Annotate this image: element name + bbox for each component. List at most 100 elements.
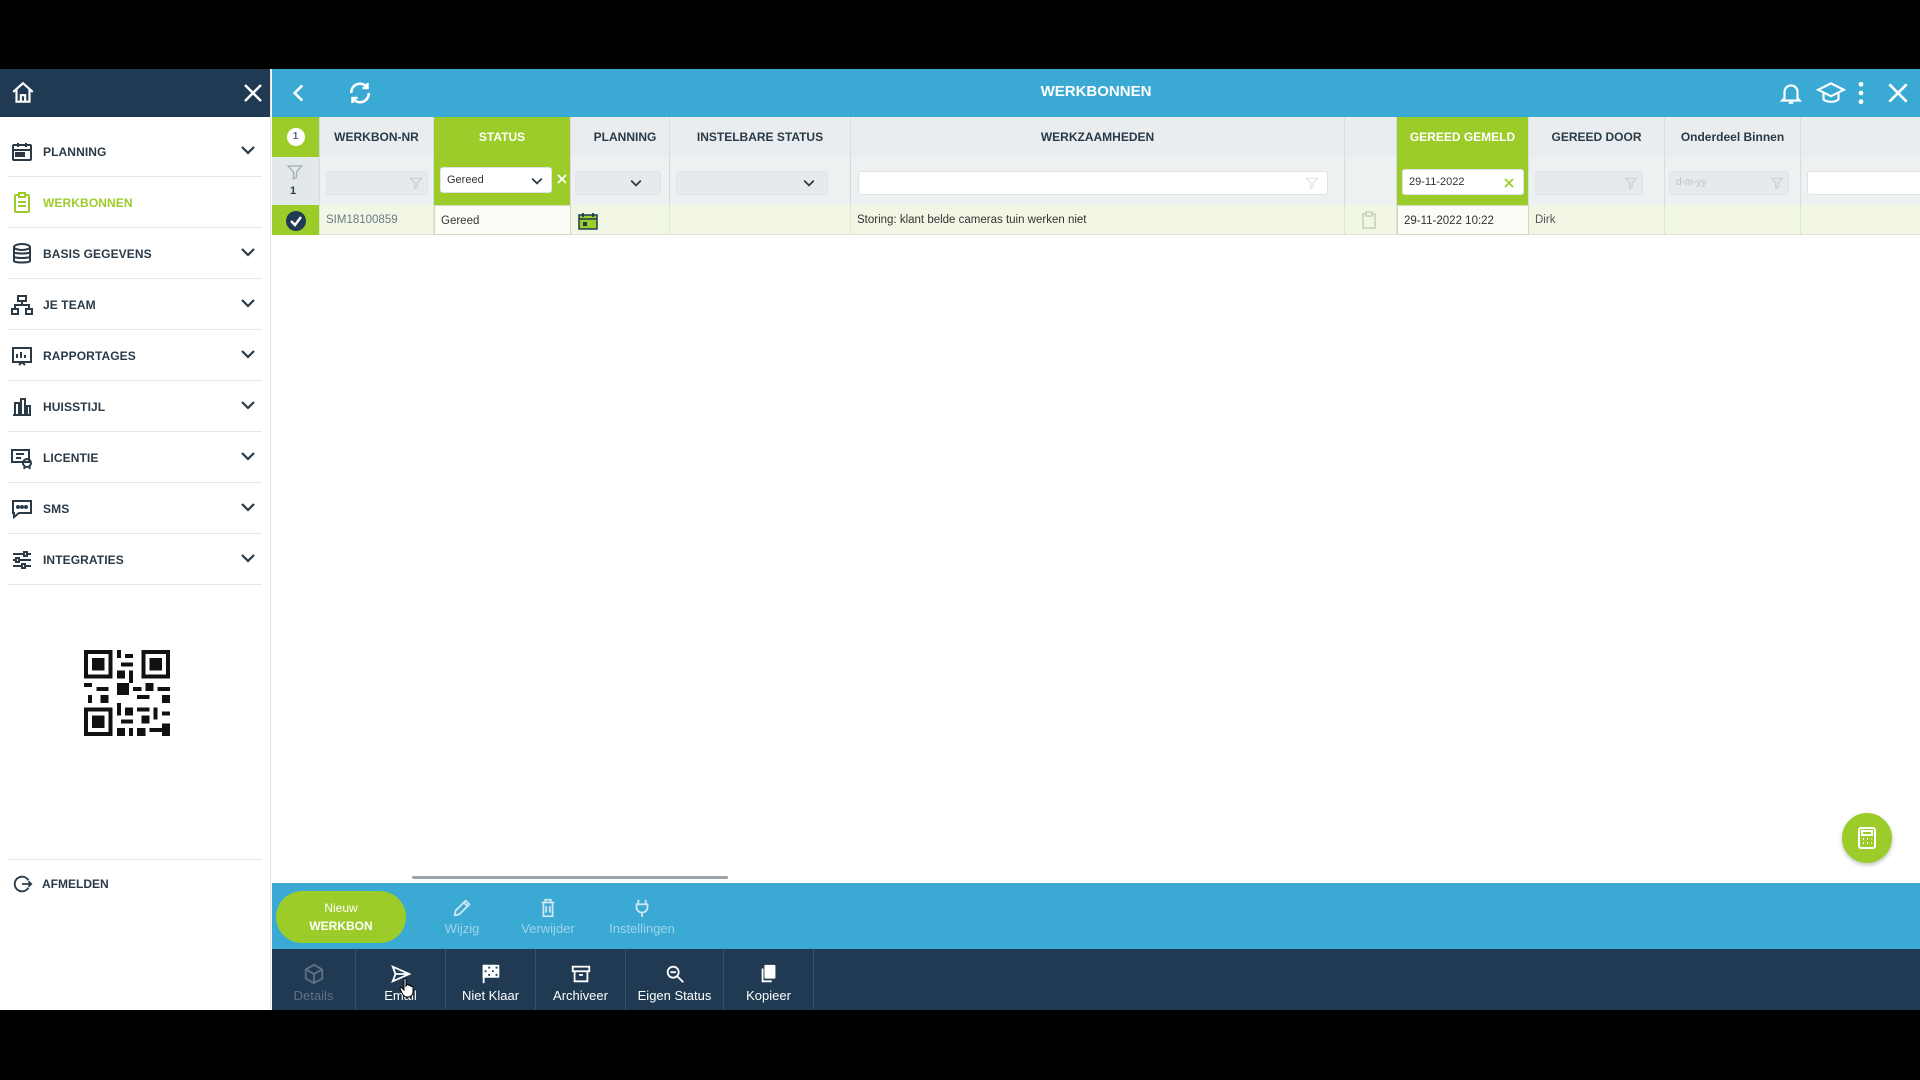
cell-extra[interactable] <box>1801 205 1920 235</box>
clear-filter-icon[interactable] <box>1503 177 1515 189</box>
clipboard-icon <box>14 191 30 213</box>
logout-label: AFMELDEN <box>42 876 109 891</box>
chevron-down-icon <box>531 177 543 185</box>
chevron-down-icon[interactable] <box>238 140 258 160</box>
filter-icon[interactable] <box>286 163 304 181</box>
chevron-down-icon[interactable] <box>238 548 258 568</box>
column-header-gereed-gemeld[interactable]: GEREED GEMELD <box>1397 117 1529 157</box>
gereed-gemeld-date-filter[interactable]: 29-11-2022 <box>1402 169 1524 195</box>
cell-status[interactable]: Gereed <box>434 205 571 235</box>
chevron-down-icon[interactable] <box>238 395 258 415</box>
cell-werkzaamheden[interactable]: Storing: klant belde cameras tuin werken… <box>851 205 1345 235</box>
filter-icon <box>1305 177 1319 190</box>
column-header-werkzaamheden[interactable]: WERKZAAMHEDEN <box>851 117 1345 157</box>
graduation-cap-icon[interactable] <box>1816 80 1846 106</box>
clear-filter-icon[interactable] <box>556 173 568 185</box>
eigen-status-button[interactable]: Eigen Status <box>626 949 724 1010</box>
column-header-extra[interactable] <box>1801 117 1920 157</box>
chevron-down-icon[interactable] <box>238 497 258 517</box>
plug-icon <box>635 899 649 918</box>
column-header-planning[interactable]: PLANNING <box>571 117 670 157</box>
home-icon[interactable] <box>10 80 36 106</box>
cell-werkbon-nr[interactable]: SIM18100859 <box>320 205 434 235</box>
status-filter-select[interactable]: Gereed <box>440 167 552 193</box>
column-header-gereed-door[interactable]: GEREED DOOR <box>1529 117 1665 157</box>
column-header-instelbare-status[interactable]: INSTELBARE STATUS <box>670 117 851 157</box>
bell-icon[interactable] <box>1778 80 1804 106</box>
filter-cell-attachment <box>1345 157 1397 205</box>
select-all-header[interactable]: 1 <box>272 117 320 157</box>
column-header-onderdeel-binnen[interactable]: Onderdeel Binnen <box>1665 117 1801 157</box>
niet-klaar-button[interactable]: Niet Klaar <box>446 949 536 1010</box>
close-icon[interactable] <box>1885 80 1911 106</box>
archiveer-label: Archiveer <box>553 988 608 1003</box>
cube-icon <box>304 963 323 985</box>
onderdeel-filter-placeholder: d-m-yy <box>1676 177 1707 188</box>
row-selected-cell[interactable] <box>272 205 320 235</box>
new-button-line1: Nieuw <box>324 901 358 915</box>
edit-button[interactable]: Wijzig <box>422 897 502 936</box>
onderdeel-binnen-date-filter[interactable]: d-m-yy <box>1669 171 1789 195</box>
sidebar-item-rapportages[interactable]: RAPPORTAGES <box>8 331 262 381</box>
filter-input-gereed-door[interactable] <box>1535 171 1643 195</box>
cell-gereed-door[interactable]: Dirk <box>1529 205 1665 235</box>
sidebar-item-je-team[interactable]: JE TEAM <box>8 280 262 330</box>
horizontal-scrollbar[interactable] <box>412 876 728 879</box>
sidebar-item-werkbonnen[interactable]: WERKBONNEN <box>8 178 262 228</box>
sidebar-item-sms[interactable]: SMS <box>8 484 262 534</box>
calculator-fab-button[interactable] <box>1842 813 1892 863</box>
sidebar-item-label: PLANNING <box>43 144 107 159</box>
database-icon <box>13 242 31 263</box>
chevron-down-icon[interactable] <box>238 293 258 313</box>
planning-filter-select[interactable] <box>575 171 661 195</box>
sidebar-item-integraties[interactable]: INTEGRATIES <box>8 535 262 585</box>
kopieer-button[interactable]: Kopieer <box>724 949 814 1010</box>
sidebar-item-basis-gegevens[interactable]: BASIS GEGEVENS <box>8 229 262 279</box>
cell-attachment[interactable] <box>1345 205 1397 235</box>
more-vertical-icon[interactable] <box>1855 80 1867 106</box>
kopieer-label: Kopieer <box>746 988 791 1003</box>
column-header-attachment[interactable] <box>1345 117 1397 157</box>
archiveer-button[interactable]: Archiveer <box>536 949 626 1010</box>
chevron-down-icon[interactable] <box>238 242 258 262</box>
filter-input-werkbon-nr[interactable] <box>326 171 428 195</box>
column-header-label: WERKBON-NR <box>334 130 419 144</box>
sidebar-item-label: SMS <box>43 501 70 516</box>
filter-count-cell: 1 <box>272 157 320 205</box>
cell-instelbare-status[interactable] <box>670 205 851 235</box>
filter-cell-onderdeel-binnen: d-m-yy <box>1665 157 1801 205</box>
details-button[interactable]: Details <box>272 949 356 1010</box>
delete-button[interactable]: Verwijder <box>508 897 588 936</box>
hand-cursor-icon <box>399 977 414 998</box>
bottom-toolbar: Details Email Niet Klaar Archiveer Eigen… <box>272 949 1920 1010</box>
cell-onderdeel-binnen[interactable] <box>1665 205 1801 235</box>
checked-circle-icon[interactable] <box>286 211 306 231</box>
app-window: PLANNING WERKBONNEN BASIS GEGEVENS JE TE… <box>0 69 1920 1010</box>
status-filter-value: Gereed <box>447 174 484 186</box>
sidebar-item-planning[interactable]: PLANNING <box>8 127 262 177</box>
filter-icon <box>1770 177 1784 190</box>
logout-icon <box>13 875 33 892</box>
details-label: Details <box>293 988 334 1003</box>
logout-item[interactable]: AFMELDEN <box>8 859 262 899</box>
sidebar-item-huisstijl[interactable]: HUISSTIJL <box>8 382 262 432</box>
settings-button[interactable]: Instellingen <box>592 897 692 936</box>
instelbare-status-filter-select[interactable] <box>676 171 828 195</box>
close-sidebar-icon[interactable] <box>241 81 265 105</box>
filter-count: 1 <box>290 185 297 197</box>
checkered-flag-icon <box>482 964 499 984</box>
chevron-down-icon <box>630 179 642 187</box>
filter-input-extra[interactable] <box>1807 171 1920 195</box>
niet-klaar-label: Niet Klaar <box>461 988 520 1003</box>
chevron-down-icon[interactable] <box>238 344 258 364</box>
new-werkbon-button[interactable]: Nieuw WERKBON <box>276 891 406 943</box>
cell-gereed-gemeld[interactable]: 29-11-2022 10:22 <box>1397 205 1529 235</box>
cell-planning[interactable] <box>571 205 670 235</box>
main-panel: WERKBONNEN 1 1 WERKBON-NR SIM18100859 ST… <box>272 69 1920 1010</box>
column-header-label: STATUS <box>478 130 526 144</box>
filter-input-werkzaamheden[interactable] <box>858 171 1328 195</box>
column-header-werkbon-nr[interactable]: WERKBON-NR <box>320 117 434 157</box>
sidebar-item-licentie[interactable]: LICENTIE <box>8 433 262 483</box>
column-header-status[interactable]: STATUS <box>434 117 571 157</box>
chevron-down-icon[interactable] <box>238 446 258 466</box>
